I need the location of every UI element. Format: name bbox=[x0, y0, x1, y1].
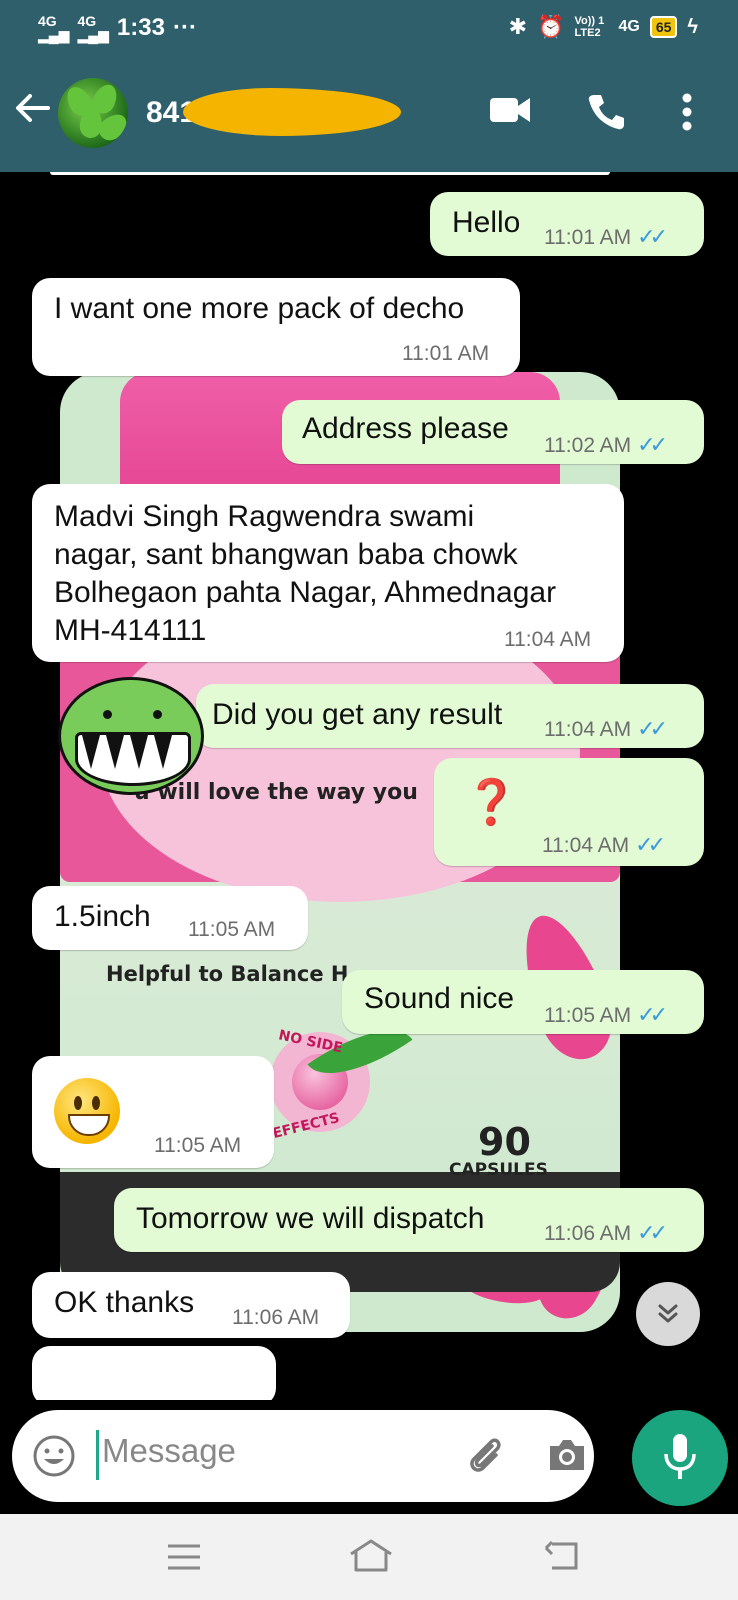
message-bubble-outgoing[interactable]: Did you get any result 11:04 AM ✓✓ bbox=[196, 684, 704, 748]
battery-indicator: 65 bbox=[649, 16, 678, 38]
top-bar: 4G ▂▄▆ 4G ▂▄▆ 1:33 ··· ✱ ⏰ Vo)) 1 LTE2 4G … bbox=[0, 0, 738, 172]
product-subtitle: Helpful to Balance H bbox=[106, 962, 349, 986]
microphone-icon bbox=[664, 1434, 696, 1479]
grinning-face-emoji bbox=[54, 1078, 120, 1144]
read-receipt-icon: ✓✓ bbox=[637, 432, 668, 457]
redaction-mark bbox=[183, 88, 401, 136]
more-vert-icon bbox=[682, 93, 692, 131]
scroll-to-bottom-button[interactable] bbox=[636, 1282, 700, 1346]
grin-face-graphic bbox=[58, 677, 204, 795]
message-bubble-outgoing[interactable]: Sound nice 11:05 AM ✓✓ bbox=[342, 970, 704, 1034]
signal-1: 4G ▂▄▆ bbox=[38, 13, 70, 43]
network-4g: 4G bbox=[618, 18, 640, 35]
question-mark-emoji: ❓ bbox=[464, 778, 519, 827]
read-receipt-icon: ✓✓ bbox=[637, 716, 668, 741]
chat-header: 841 bbox=[0, 58, 738, 172]
message-bubble-incoming[interactable]: Madvi Singh Ragwendra swami nagar, sant … bbox=[32, 484, 624, 662]
voice-call-button[interactable] bbox=[586, 92, 626, 137]
home-button[interactable] bbox=[348, 1538, 394, 1579]
emoji-button[interactable] bbox=[32, 1434, 76, 1483]
bluetooth-icon: ✱ bbox=[508, 14, 528, 39]
back-button[interactable] bbox=[14, 90, 50, 133]
emoji-icon bbox=[33, 1435, 75, 1477]
message-input[interactable]: Message bbox=[102, 1432, 236, 1470]
charging-icon: ϟ bbox=[687, 15, 698, 38]
message-bubble-incoming[interactable]: OK thanks 11:06 AM bbox=[32, 1272, 350, 1338]
menu-lines-icon bbox=[168, 1544, 200, 1570]
signal-2: 4G ▂▄▆ bbox=[77, 13, 109, 43]
system-navigation-bar bbox=[0, 1514, 738, 1600]
status-bar: 4G ▂▄▆ 4G ▂▄▆ 1:33 ··· ✱ ⏰ Vo)) 1 LTE2 4G … bbox=[0, 0, 738, 58]
chevron-double-down-icon bbox=[658, 1304, 678, 1323]
arrow-left-icon bbox=[16, 94, 50, 122]
back-nav-button[interactable] bbox=[544, 1540, 580, 1577]
message-composer[interactable]: Message bbox=[12, 1410, 594, 1502]
message-bubble-outgoing[interactable]: ❓ 11:04 AM ✓✓ bbox=[434, 758, 704, 866]
avatar[interactable] bbox=[58, 78, 128, 148]
home-icon bbox=[350, 1539, 392, 1572]
capsule-count: 90 bbox=[478, 1120, 531, 1164]
status-more: ··· bbox=[172, 14, 197, 41]
recents-button[interactable] bbox=[166, 1542, 202, 1577]
message-bubble-incoming-partial[interactable] bbox=[32, 1346, 276, 1400]
volte-indicator: Vo)) 1 LTE2 bbox=[574, 15, 605, 39]
chat-area[interactable]: u will love the way you Helpful to Balan… bbox=[0, 172, 738, 1400]
text-cursor bbox=[96, 1430, 99, 1480]
message-bubble-outgoing[interactable]: Address please 11:02 AM ✓✓ bbox=[282, 400, 704, 464]
status-time: 1:33 bbox=[116, 14, 165, 41]
video-call-icon bbox=[490, 98, 530, 122]
read-receipt-icon: ✓✓ bbox=[637, 1002, 668, 1027]
message-bubble-incoming[interactable]: 11:05 AM bbox=[32, 1056, 274, 1168]
attach-button[interactable] bbox=[462, 1432, 508, 1483]
read-receipt-icon: ✓✓ bbox=[637, 224, 668, 249]
message-bubble-incoming[interactable]: 1.5inch 11:05 AM bbox=[32, 886, 308, 950]
message-bubble-incoming[interactable]: I want one more pack of decho 11:01 AM bbox=[32, 278, 520, 376]
message-bubble-outgoing[interactable]: Hello 11:01 AM ✓✓ bbox=[430, 192, 704, 256]
voice-record-button[interactable] bbox=[632, 1410, 728, 1506]
paperclip-icon bbox=[470, 1438, 501, 1472]
back-nav-icon bbox=[544, 1540, 578, 1570]
more-options-button[interactable] bbox=[680, 92, 694, 137]
chat-divider bbox=[50, 172, 610, 175]
alarm-icon: ⏰ bbox=[537, 14, 565, 39]
camera-icon bbox=[550, 1440, 584, 1470]
read-receipt-icon: ✓✓ bbox=[637, 1220, 668, 1245]
phone-icon bbox=[588, 95, 624, 130]
message-bubble-outgoing[interactable]: Tomorrow we will dispatch 11:06 AM ✓✓ bbox=[114, 1188, 704, 1252]
camera-button[interactable] bbox=[546, 1436, 588, 1479]
product-tagline: u will love the way you bbox=[134, 780, 418, 805]
video-call-button[interactable] bbox=[488, 92, 532, 133]
capsule-unit: CAPSULES bbox=[449, 1160, 548, 1180]
read-receipt-icon: ✓✓ bbox=[635, 832, 666, 857]
